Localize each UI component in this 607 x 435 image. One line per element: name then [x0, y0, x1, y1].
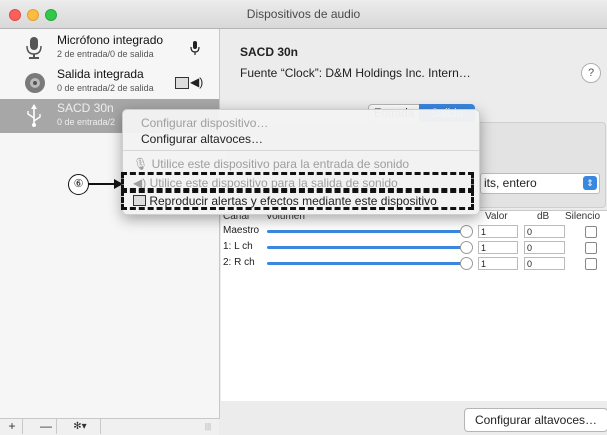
volume-slider-knob[interactable] [460, 225, 473, 238]
mute-checkbox[interactable] [585, 242, 597, 254]
mute-checkbox[interactable] [585, 258, 597, 270]
title-bar: Dispositivos de audio [0, 0, 607, 29]
remove-device-button[interactable]: — [36, 419, 57, 434]
column-header-mute: Silencio [565, 211, 601, 222]
resize-grip-icon[interactable]: ||| [202, 419, 214, 434]
device-item-microphone[interactable]: Micrófono integrado 2 de entrada/0 de sa… [0, 31, 219, 65]
callout-arrowhead [114, 179, 123, 189]
db-field[interactable]: 0 [524, 225, 565, 238]
channel-label: 2: R ch [223, 257, 255, 268]
menu-item-configure-device[interactable]: Configurar dispositivo… [141, 116, 268, 130]
channel-label: 1: L ch [223, 241, 253, 252]
table-row: 1: L ch 1 0 [221, 240, 607, 255]
usb-icon [24, 104, 44, 128]
add-device-button[interactable]: + [2, 419, 23, 434]
microphone-icon [24, 36, 44, 60]
db-field[interactable]: 0 [524, 241, 565, 254]
column-header-value: Valor [485, 211, 508, 222]
device-name: Micrófono integrado [57, 33, 164, 47]
mute-checkbox[interactable] [585, 226, 597, 238]
highlight-box-alerts [121, 190, 474, 210]
device-name: Salida integrada [57, 67, 144, 81]
volume-slider-knob[interactable] [460, 257, 473, 270]
volume-slider[interactable] [267, 230, 463, 233]
volume-slider-knob[interactable] [460, 241, 473, 254]
volume-icon: ◀) [190, 75, 204, 89]
device-name: SACD 30n [57, 101, 114, 115]
value-field[interactable]: 1 [478, 225, 518, 238]
menu-item-use-for-input[interactable]: 🎙︎ Utilice este dispositivo para la entr… [133, 157, 409, 171]
device-channels: 2 de entrada/0 de salida [57, 49, 154, 59]
help-button[interactable]: ? [581, 63, 601, 83]
volume-slider[interactable] [267, 262, 463, 265]
highlight-box-output [121, 172, 474, 191]
value-field[interactable]: 1 [478, 241, 518, 254]
column-header-db: dB [537, 211, 550, 222]
format-value: its, entero [484, 176, 537, 190]
chevron-updown-icon: ⇕ [583, 176, 597, 190]
configure-speakers-button[interactable]: Configurar altavoces… [464, 408, 607, 432]
channel-label: Maestro [223, 225, 260, 236]
gear-menu-button[interactable]: ✻▾ [60, 419, 101, 434]
alert-sound-icon [175, 77, 189, 89]
callout-number: ⑥ [68, 174, 89, 195]
volume-slider[interactable] [267, 246, 463, 249]
window-title: Dispositivos de audio [246, 7, 361, 21]
device-sidebar: Micrófono integrado 2 de entrada/0 de sa… [0, 29, 220, 419]
device-channels: 0 de entrada/2 de salida [57, 83, 154, 93]
device-item-builtin-output[interactable]: Salida integrada 0 de entrada/2 de salid… [0, 65, 219, 99]
menu-item-configure-speakers[interactable]: Configurar altavoces… [141, 132, 263, 146]
menu-item-label: Utilice este dispositivo para la entrada… [151, 157, 410, 171]
format-select[interactable]: its, entero ⇕ [480, 173, 600, 194]
speaker-icon [24, 70, 45, 94]
microphone-icon: 🎙︎ [133, 157, 149, 171]
table-row: Maestro 1 0 [221, 224, 607, 239]
device-title: SACD 30n [240, 45, 299, 59]
device-channels: 0 de entrada/2 [57, 117, 116, 127]
value-field[interactable]: 1 [478, 257, 518, 270]
db-field[interactable]: 0 [524, 257, 565, 270]
clock-source: Fuente “Clock”: D&M Holdings Inc. Intern… [240, 66, 471, 80]
input-mic-icon [190, 41, 200, 58]
sidebar-toolbar: + — ✻▾ ||| [0, 418, 219, 435]
table-row: 2: R ch 1 0 [221, 256, 607, 271]
menu-separator [123, 150, 479, 151]
